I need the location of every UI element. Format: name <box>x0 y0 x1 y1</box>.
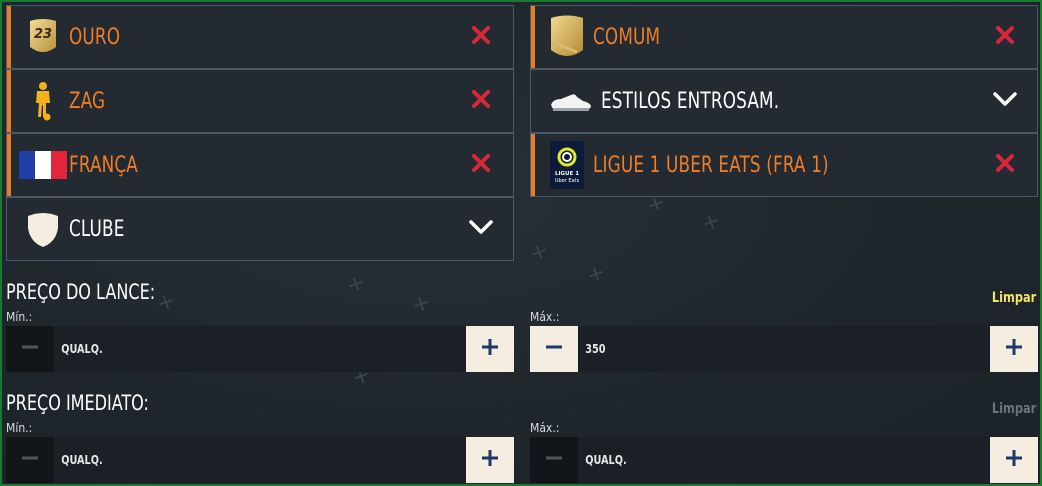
buy-now-max-input[interactable]: QUALQ. <box>578 437 949 483</box>
buy-now-price-title: PREÇO IMEDIATO: <box>6 391 149 415</box>
bid-min-increase-button[interactable] <box>466 326 514 372</box>
filter-quality[interactable]: 23 OURO <box>6 5 514 69</box>
gold-badge-icon: 23 <box>7 6 69 68</box>
buy-now-max-label: Máx.: <box>530 421 560 435</box>
buy-now-min-decrease-button[interactable] <box>6 437 54 483</box>
bid-min-input[interactable]: QUALQ. <box>54 326 425 372</box>
filter-chemistry-style-label: ESTILOS ENTROSAM. <box>601 88 780 114</box>
minus-icon <box>545 338 563 360</box>
close-icon <box>995 25 1015 49</box>
minus-icon <box>545 449 563 471</box>
france-flag-icon <box>7 134 69 196</box>
close-icon <box>995 153 1015 177</box>
close-icon <box>471 89 491 113</box>
filter-rarity-label: COMUM <box>593 24 661 50</box>
plus-icon <box>481 338 499 360</box>
filter-club-label: CLUBE <box>69 216 125 242</box>
chevron-down-icon <box>992 91 1018 111</box>
bid-min-stepper: QUALQ. <box>6 326 514 372</box>
background-decoration: + <box>698 207 725 238</box>
ligue1-logo-subtext: Uber Eats <box>555 178 580 184</box>
filter-nation-label: FRANÇA <box>69 152 138 178</box>
chevron-down-icon <box>468 219 494 239</box>
expand-chemistry-style-button[interactable] <box>973 70 1037 132</box>
bid-max-label: Máx.: <box>530 310 560 324</box>
bid-max-stepper: 350 <box>530 326 1038 372</box>
filter-nation[interactable]: FRANÇA <box>6 133 514 197</box>
background-decoration: + <box>408 289 435 320</box>
close-icon <box>471 25 491 49</box>
bid-price-clear-button[interactable]: Limpar <box>992 290 1036 306</box>
filter-club[interactable]: CLUBE <box>6 197 514 261</box>
buy-now-min-increase-button[interactable] <box>466 437 514 483</box>
expand-club-button[interactable] <box>449 198 513 260</box>
ligue1-logo-text: LIGUE 1 <box>555 171 579 177</box>
filter-position-label: ZAG <box>69 88 106 114</box>
minus-icon <box>21 338 39 360</box>
remove-nation-button[interactable] <box>449 134 513 196</box>
filter-position[interactable]: ZAG <box>6 69 514 133</box>
buy-now-max-stepper: QUALQ. <box>530 437 1038 483</box>
plus-icon <box>481 449 499 471</box>
remove-quality-button[interactable] <box>449 6 513 68</box>
search-filters-panel: + + + + + + + + 23 OURO COMUM ZAG ESTILO… <box>0 0 1042 486</box>
gold-badge-number: 23 <box>34 27 52 42</box>
background-decoration: + <box>526 237 553 268</box>
bid-max-increase-button[interactable] <box>990 326 1038 372</box>
filter-league-label: LIGUE 1 UBER EATS (FRA 1) <box>593 152 829 178</box>
ligue1-logo-icon: LIGUE 1 Uber Eats <box>531 134 593 196</box>
filter-quality-label: OURO <box>69 24 121 50</box>
bid-max-input[interactable]: 350 <box>578 326 949 372</box>
buy-now-max-increase-button[interactable] <box>990 437 1038 483</box>
remove-rarity-button[interactable] <box>973 6 1037 68</box>
club-crest-icon <box>7 198 69 260</box>
plus-icon <box>1005 338 1023 360</box>
background-decoration: + <box>153 287 180 318</box>
buy-now-min-input[interactable]: QUALQ. <box>54 437 425 483</box>
bid-min-label: Mín.: <box>6 310 33 324</box>
bid-max-decrease-button[interactable] <box>530 326 578 372</box>
minus-icon <box>21 449 39 471</box>
buy-now-min-stepper: QUALQ. <box>6 437 514 483</box>
remove-league-button[interactable] <box>973 134 1037 196</box>
bid-min-decrease-button[interactable] <box>6 326 54 372</box>
close-icon <box>471 153 491 177</box>
gold-card-icon <box>531 6 593 68</box>
plus-icon <box>1005 449 1023 471</box>
boot-icon <box>531 70 601 132</box>
buy-now-price-clear-button[interactable]: Limpar <box>992 401 1036 417</box>
player-position-icon <box>7 70 69 132</box>
background-decoration: + <box>583 259 610 290</box>
filter-league[interactable]: LIGUE 1 Uber Eats LIGUE 1 UBER EATS (FRA… <box>530 133 1038 197</box>
background-decoration: + <box>343 269 370 300</box>
buy-now-min-label: Mín.: <box>6 421 33 435</box>
buy-now-max-decrease-button[interactable] <box>530 437 578 483</box>
bid-price-title: PREÇO DO LANCE: <box>6 280 156 304</box>
remove-position-button[interactable] <box>449 70 513 132</box>
filter-chemistry-style[interactable]: ESTILOS ENTROSAM. <box>530 69 1038 133</box>
filter-rarity[interactable]: COMUM <box>530 5 1038 69</box>
